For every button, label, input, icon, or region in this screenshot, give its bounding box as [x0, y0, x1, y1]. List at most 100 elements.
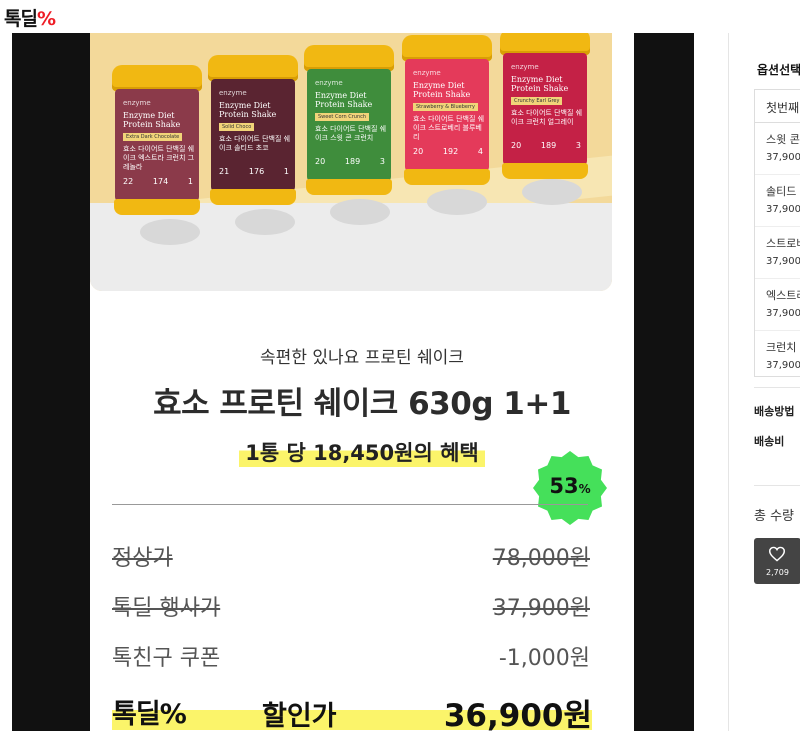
jar-nutrition-value: 189	[540, 141, 557, 150]
final-price-value: 36,900원	[443, 698, 592, 731]
jar-nutrition-value: 22	[123, 177, 134, 186]
jar-nutrition-value: 20	[315, 157, 326, 166]
jar-lid	[208, 55, 298, 81]
jar-base	[502, 163, 588, 179]
left-black-margin	[12, 33, 90, 731]
total-quantity-label: 총 수량	[754, 509, 795, 524]
option-select-title: 옵션선택	[757, 63, 800, 77]
protein-jar: enzyme Enzyme Diet Protein Shake Solid C…	[208, 55, 298, 205]
jar-nutrition: 22 174 1	[123, 177, 193, 186]
option-price: 37,900 ~	[766, 152, 800, 163]
jar-flavor-tag: Extra Dark Chocolate	[123, 133, 183, 141]
product-detail-image: enzyme Enzyme Diet Protein Shake Extra D…	[90, 33, 634, 731]
option-item[interactable]: 크런치 37,900 ~	[755, 331, 800, 383]
like-button[interactable]: 2,709	[754, 538, 800, 584]
event-price-label: 톡딜 행사가	[112, 596, 221, 621]
jar-nutrition-value: 174	[152, 177, 169, 186]
jar-shadow	[235, 209, 295, 235]
jar-nutrition-value: 3	[575, 141, 581, 150]
jar-lid	[500, 33, 590, 55]
discount-badge: 53%	[532, 450, 608, 526]
jar-korean-name: 효소 다이어트 단백질 쉐이크 엑스트라 크런치 그레놀라	[123, 145, 195, 171]
jar-shadow	[140, 219, 200, 245]
right-black-margin	[634, 33, 694, 731]
jar-korean-name: 효소 다이어트 단백질 쉐이크 솔티드 초코	[219, 135, 291, 152]
option-name: 솔티드	[766, 185, 797, 198]
event-price-value: 37,900원	[492, 596, 590, 621]
shipping-method-label: 배송방법	[754, 405, 795, 418]
jar-brand: enzyme	[123, 99, 151, 107]
jar-name: Enzyme Diet Protein Shake	[413, 81, 471, 99]
option-item[interactable]: 스트로베 37,900 ~	[755, 227, 800, 279]
jar-nutrition-value: 20	[511, 141, 522, 150]
jar-nutrition-value: 1	[283, 167, 289, 176]
jar-brand: enzyme	[219, 89, 247, 97]
product-title: 효소 프로틴 쉐이크 630g 1+1	[153, 386, 571, 422]
option-list[interactable]: 첫번째 스윗 콘 37,900 ~ 솔티드 37,900 ~ 스트로베 37,9…	[754, 89, 800, 377]
jar-label: enzyme Enzyme Diet Protein Shake Extra D…	[115, 89, 199, 201]
price-divider	[112, 504, 588, 505]
jar-nutrition-value: 4	[477, 147, 483, 156]
discount-value: 53	[549, 474, 579, 498]
discount-unit: %	[578, 482, 591, 496]
jar-lid	[304, 45, 394, 71]
jar-nutrition: 20 189 3	[315, 157, 385, 166]
option-item[interactable]: 솔티드 37,900 ~	[755, 175, 800, 227]
final-toktdeal-logo: 톡딜%	[112, 692, 187, 731]
jar-flavor-tag: Strawberry & Blueberry	[413, 103, 478, 111]
jar-shadow	[427, 189, 487, 215]
jar-brand: enzyme	[511, 63, 539, 71]
option-name: 엑스트라	[766, 289, 800, 302]
jar-lid	[402, 35, 492, 61]
jar-label: enzyme Enzyme Diet Protein Shake Strawbe…	[405, 59, 489, 171]
jar-nutrition: 21 176 1	[219, 167, 289, 176]
jar-nutrition-value: 192	[442, 147, 459, 156]
jar-flavor-tag: Solid Choco	[219, 123, 255, 131]
option-price: 37,900 ~	[766, 204, 800, 215]
jar-base	[210, 189, 296, 205]
sidebar-divider	[754, 485, 800, 486]
jar-nutrition-value: 1	[187, 177, 193, 186]
toktdeal-logo[interactable]: 톡딜%	[4, 4, 56, 31]
jar-brand: enzyme	[315, 79, 343, 87]
jar-nutrition-value: 189	[344, 157, 361, 166]
discount-rate: 53%	[532, 474, 608, 498]
jar-base	[114, 199, 200, 215]
purchase-sidebar: 옵션선택 첫번째 스윗 콘 37,900 ~ 솔티드 37,900 ~ 스트로베…	[728, 33, 800, 731]
jar-nutrition: 20 192 4	[413, 147, 483, 156]
option-name: 크런치	[766, 341, 797, 354]
jar-nutrition-value: 20	[413, 147, 424, 156]
logo-text: 톡딜	[4, 8, 38, 30]
jar-label: enzyme Enzyme Diet Protein Shake Solid C…	[211, 79, 295, 191]
option-item[interactable]: 스윗 콘 37,900 ~	[755, 123, 800, 175]
regular-price-value: 78,000원	[492, 546, 590, 571]
option-name: 스윗 콘	[766, 133, 800, 146]
jar-shadow	[330, 199, 390, 225]
event-price-row: 톡딜 행사가 37,900원	[112, 590, 590, 626]
benefit-text: 1통 당 18,450원의 혜택	[239, 437, 485, 467]
heart-icon	[768, 546, 786, 562]
product-detail-area: enzyme Enzyme Diet Protein Shake Extra D…	[0, 33, 728, 731]
protein-jar: enzyme Enzyme Diet Protein Shake Strawbe…	[402, 35, 492, 185]
option-name: 스트로베	[766, 237, 800, 250]
product-photo: enzyme Enzyme Diet Protein Shake Extra D…	[90, 33, 612, 291]
protein-jar: enzyme Enzyme Diet Protein Shake Crunchy…	[500, 33, 590, 179]
final-logo-text: 톡딜	[112, 699, 161, 730]
jar-nutrition-value: 176	[248, 167, 265, 176]
first-option-dropdown[interactable]: 첫번째	[755, 90, 800, 123]
final-price-label: 할인가	[262, 701, 337, 731]
option-price: 37,900 ~	[766, 308, 800, 319]
coupon-label: 톡친구 쿠폰	[112, 646, 221, 671]
protein-jar: enzyme Enzyme Diet Protein Shake Extra D…	[112, 65, 202, 215]
jar-brand: enzyme	[413, 69, 441, 77]
jar-shadow	[522, 179, 582, 205]
option-item[interactable]: 엑스트라 37,900 ~	[755, 279, 800, 331]
final-price-row: 톡딜% 할인가 36,900원	[112, 688, 592, 731]
top-bar: 톡딜%	[0, 0, 800, 33]
jar-name: Enzyme Diet Protein Shake	[511, 75, 569, 93]
protein-jar: enzyme Enzyme Diet Protein Shake Sweet C…	[304, 45, 394, 195]
jar-name: Enzyme Diet Protein Shake	[123, 111, 181, 129]
option-price: 37,900 ~	[766, 256, 800, 267]
product-subtitle: 속편한 있나요 프로틴 쉐이크	[260, 348, 464, 368]
jar-nutrition-value: 3	[379, 157, 385, 166]
